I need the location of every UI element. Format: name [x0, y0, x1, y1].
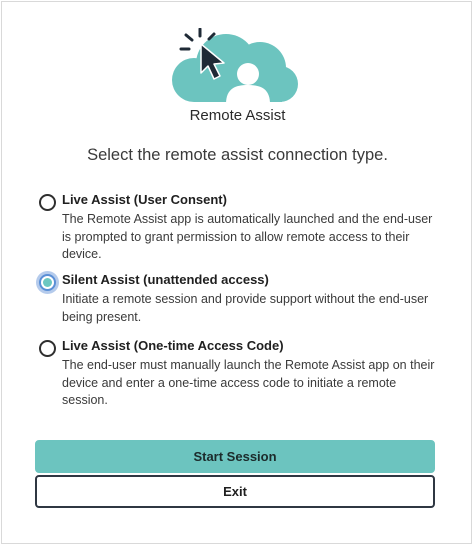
remote-assist-dialog: Remote Assist Select the remote assist c…: [1, 1, 472, 544]
remote-assist-logo-icon: [172, 28, 298, 104]
exit-button[interactable]: Exit: [35, 475, 435, 508]
radio-button[interactable]: [39, 340, 56, 357]
option-description: The end-user must manually launch the Re…: [62, 358, 435, 407]
radio-button[interactable]: [39, 194, 56, 211]
start-session-button[interactable]: Start Session: [35, 440, 435, 473]
option-description: The Remote Assist app is automatically l…: [62, 212, 433, 261]
radio-button-selected[interactable]: [39, 274, 56, 291]
connection-type-prompt: Select the remote assist connection type…: [87, 146, 388, 164]
option-label: Silent Assist (unattended access): [62, 272, 269, 287]
option-label: Live Assist (One-time Access Code): [62, 338, 284, 353]
option-label: Live Assist (User Consent): [62, 192, 227, 207]
option-description: Initiate a remote session and provide su…: [62, 292, 429, 324]
app-title: Remote Assist: [189, 107, 286, 124]
